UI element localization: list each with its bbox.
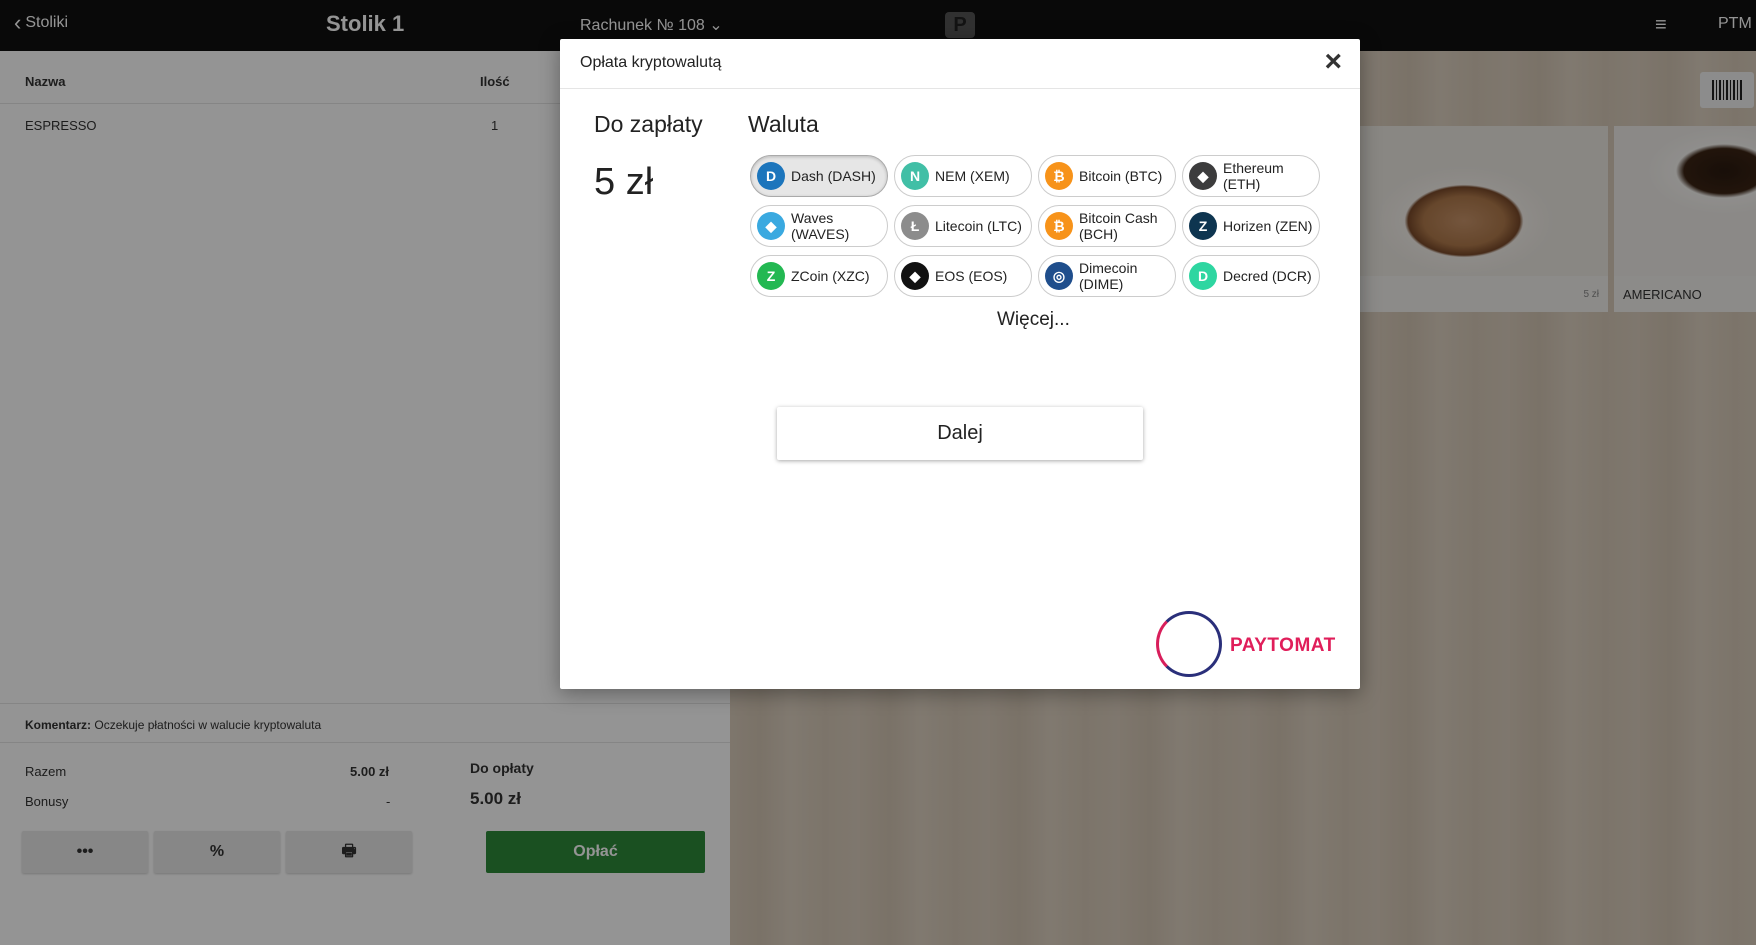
eos-icon: ◆ [901, 262, 929, 290]
amount-to-pay-label: Do zapłaty [594, 111, 703, 137]
bitcoin-cash-icon: ₿ [1045, 212, 1073, 240]
more-currencies-link[interactable]: Więcej... [997, 309, 1070, 331]
currency-option-label: Waves (WAVES) [791, 210, 850, 242]
currency-option[interactable]: D Dash (DASH) [750, 155, 888, 197]
currency-option-label: Ethereum (ETH) [1223, 160, 1284, 192]
dash-icon: D [757, 162, 785, 190]
currency-option-label: Bitcoin (BTC) [1079, 168, 1163, 184]
currency-option[interactable]: Z ZCoin (XZC) [750, 255, 888, 297]
currency-option-label: Horizen (ZEN) [1223, 218, 1313, 234]
currency-option[interactable]: ◎ Dimecoin (DIME) [1038, 255, 1176, 297]
paytomat-logo: PAYTOMAT [1156, 611, 1346, 677]
amount-to-pay-value: 5 zł [594, 161, 654, 203]
currency-option-label: EOS (EOS) [935, 268, 1008, 284]
dialog-header: Opłata kryptowalutą × [560, 39, 1360, 89]
currency-option-label: Decred (DCR) [1223, 268, 1312, 284]
dimecoin-icon: ◎ [1045, 262, 1073, 290]
currency-option[interactable]: ₿ Bitcoin (BTC) [1038, 155, 1176, 197]
currency-option-label: NEM (XEM) [935, 168, 1010, 184]
currency-option-label: Dimecoin (DIME) [1079, 260, 1138, 292]
ethereum-icon: ◆ [1189, 162, 1217, 190]
horizen-icon: Z [1189, 212, 1217, 240]
zcoin-icon: Z [757, 262, 785, 290]
currency-option[interactable]: ◆ Ethereum (ETH) [1182, 155, 1320, 197]
close-icon[interactable]: × [1324, 47, 1342, 77]
currency-option[interactable]: ₿ Bitcoin Cash (BCH) [1038, 205, 1176, 247]
litecoin-icon: Ł [901, 212, 929, 240]
bitcoin-icon: ₿ [1045, 162, 1073, 190]
crypto-payment-dialog: Opłata kryptowalutą × Do zapłaty 5 zł Wa… [560, 39, 1360, 689]
currency-option[interactable]: N NEM (XEM) [894, 155, 1032, 197]
currency-option-label: ZCoin (XZC) [791, 268, 870, 284]
currency-option[interactable]: Ł Litecoin (LTC) [894, 205, 1032, 247]
currency-option[interactable]: ◆ EOS (EOS) [894, 255, 1032, 297]
currency-option-label: Bitcoin Cash (BCH) [1079, 210, 1158, 242]
paytomat-ring-icon [1156, 611, 1222, 677]
currency-option[interactable]: Z Horizen (ZEN) [1182, 205, 1320, 247]
nem-icon: N [901, 162, 929, 190]
paytomat-brand: PAYTOMAT [1230, 635, 1336, 656]
waves-icon: ◆ [757, 212, 785, 240]
next-button[interactable]: Dalej [777, 407, 1143, 460]
currency-option-label: Dash (DASH) [791, 168, 876, 184]
currency-option[interactable]: D Decred (DCR) [1182, 255, 1320, 297]
currency-option-label: Litecoin (LTC) [935, 218, 1022, 234]
decred-icon: D [1189, 262, 1217, 290]
currency-option[interactable]: ◆ Waves (WAVES) [750, 205, 888, 247]
dialog-title: Opłata kryptowalutą [580, 54, 722, 71]
currency-label: Waluta [748, 111, 819, 137]
